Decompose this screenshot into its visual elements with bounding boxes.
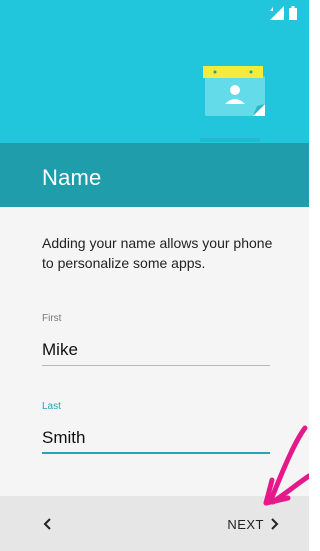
signal-icon [270, 6, 284, 20]
contact-card-icon [203, 66, 265, 116]
chevron-left-icon [43, 518, 51, 530]
last-name-underline [42, 452, 270, 454]
chevron-right-icon [271, 518, 279, 530]
status-bar [270, 6, 297, 20]
battery-icon [289, 6, 297, 20]
last-name-field[interactable] [42, 428, 267, 448]
first-name-label: First [42, 313, 62, 324]
hero-illustration [0, 0, 309, 143]
next-button-label: NEXT [227, 516, 264, 532]
first-name-underline [42, 365, 270, 366]
last-name-label: Last [42, 401, 61, 412]
back-button[interactable] [32, 509, 62, 539]
first-name-field[interactable] [42, 340, 267, 360]
divider [200, 138, 260, 142]
setup-screen: Name Adding your name allows your phone … [0, 0, 309, 551]
description-text: Adding your name allows your phone to pe… [42, 235, 273, 271]
page-title: Name [42, 165, 102, 190]
next-button[interactable]: NEXT [200, 509, 280, 539]
